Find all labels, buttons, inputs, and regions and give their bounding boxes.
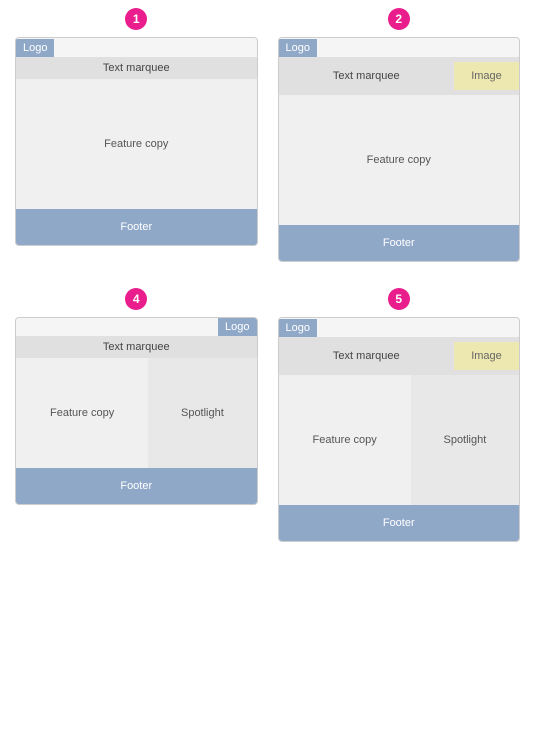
template-4-feature: Feature copy [16,358,148,468]
badge-4-wrap: 4 [15,288,258,312]
template-2-marquee-row: Text marquee Image [279,57,520,95]
badge-1-wrap: 1 [15,8,258,32]
template-2-feature: Feature copy [279,95,520,225]
template-2-box: Logo Text marquee Image Feature copy Foo… [278,37,521,262]
template-1-logo: Logo [16,39,54,57]
template-1-box: Logo Text marquee Feature copy Footer [15,37,258,246]
badge-1: 1 [125,8,147,30]
template-1-footer: Footer [16,209,257,245]
template-2-marquee-text: Text marquee [279,62,455,90]
template-4-topbar: Logo [16,318,257,336]
template-2-image: Image [454,62,519,90]
template-5-footer: Footer [279,505,520,541]
template-2-logo: Logo [279,39,317,57]
badge-4: 4 [125,288,147,310]
template-5-feature: Feature copy [279,375,411,505]
template-5-container: 5 Logo Text marquee Image Feature copy S… [278,288,521,542]
template-4-footer: Footer [16,468,257,504]
template-4-marquee: Text marquee [16,336,257,358]
template-1-feature: Feature copy [16,79,257,209]
template-5-topbar: Logo [279,318,520,337]
template-4-box: Logo Text marquee Feature copy Spotlight… [15,317,258,505]
badge-5-wrap: 5 [278,288,521,312]
template-1-topbar: Logo [16,38,257,57]
badge-2: 2 [388,8,410,30]
template-5-marquee-text: Text marquee [279,342,455,370]
template-1-marquee: Text marquee [16,57,257,79]
template-4-spotlight: Spotlight [148,358,256,468]
template-5-logo: Logo [279,319,317,337]
template-2-footer: Footer [279,225,520,261]
template-5-feature-area: Feature copy Spotlight [279,375,520,505]
badge-2-wrap: 2 [278,8,521,32]
template-5-box: Logo Text marquee Image Feature copy Spo… [278,317,521,542]
template-4-feature-area: Feature copy Spotlight [16,358,257,468]
template-1-container: 1 Logo Text marquee Feature copy Footer [15,8,258,262]
template-4-container: 4 Logo Text marquee Feature copy Spotlig… [15,288,258,542]
template-5-marquee-row: Text marquee Image [279,337,520,375]
template-5-spotlight: Spotlight [411,375,519,505]
template-2-topbar: Logo [279,38,520,57]
template-2-container: 2 Logo Text marquee Image Feature copy F… [278,8,521,262]
template-4-logo: Logo [218,318,256,336]
badge-5: 5 [388,288,410,310]
template-5-image: Image [454,342,519,370]
